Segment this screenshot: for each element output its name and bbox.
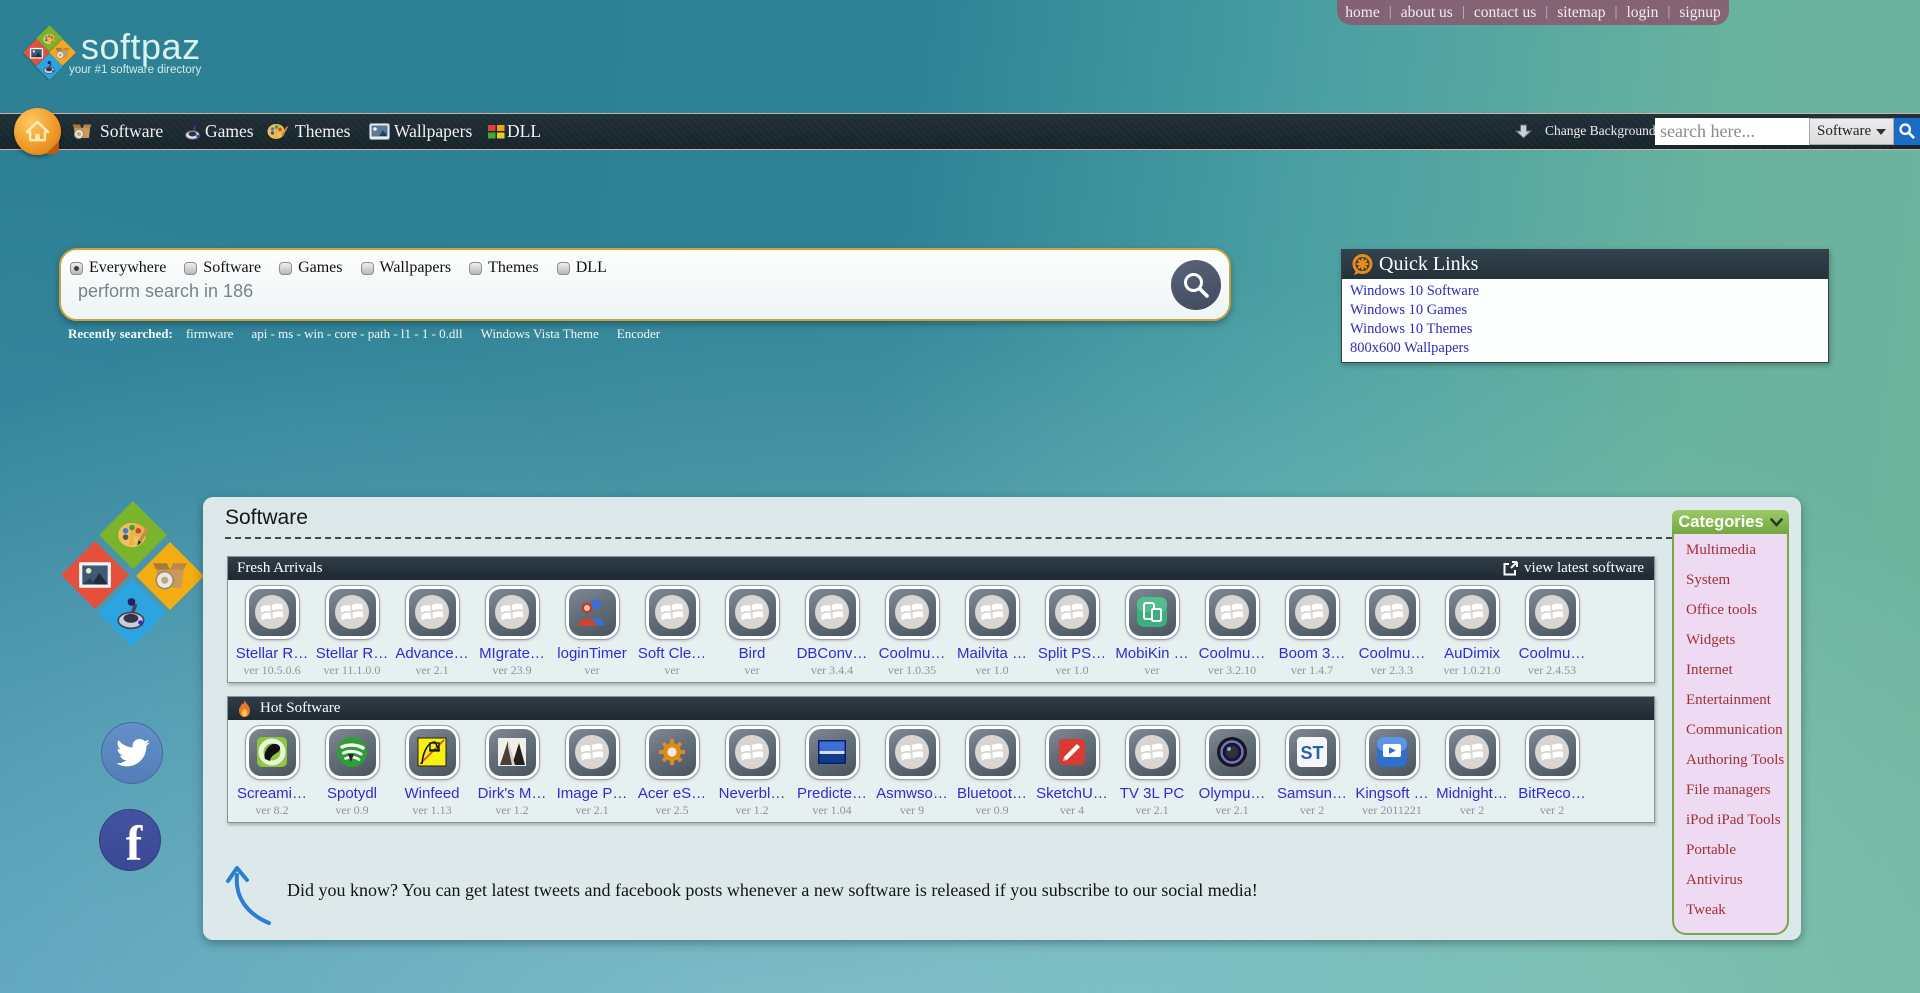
svg-text:ST: ST — [1300, 743, 1323, 763]
